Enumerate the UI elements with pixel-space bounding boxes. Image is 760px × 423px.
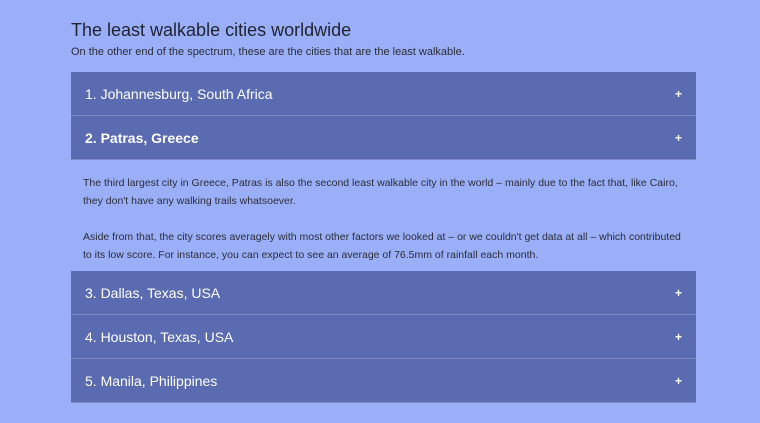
city-accordion: 1. Johannesburg, South Africa + 2. Patra…	[71, 72, 696, 403]
accordion-item-patras[interactable]: 2. Patras, Greece +	[71, 116, 696, 160]
accordion-item-johannesburg[interactable]: 1. Johannesburg, South Africa +	[71, 72, 696, 116]
panel-paragraph: The third largest city in Greece, Patras…	[83, 177, 678, 207]
panel-paragraph: Aside from that, the city scores average…	[83, 231, 681, 261]
plus-icon: +	[674, 285, 682, 300]
plus-icon: +	[674, 130, 682, 145]
accordion-item-label: 3. Dallas, Texas, USA	[85, 284, 221, 301]
accordion-item-label: 5. Manila, Philippines	[85, 372, 218, 389]
accordion-item-label: 4. Houston, Texas, USA	[85, 328, 234, 345]
page-title: The least walkable cities worldwide	[71, 20, 352, 40]
accordion-item-manila[interactable]: 5. Manila, Philippines +	[71, 359, 696, 403]
accordion-panel-patras: The third largest city in Greece, Patras…	[71, 160, 696, 271]
page-subtitle: On the other end of the spectrum, these …	[71, 46, 465, 58]
accordion-item-label: 1. Johannesburg, South Africa	[85, 85, 273, 102]
plus-icon: +	[674, 86, 682, 101]
accordion-item-houston[interactable]: 4. Houston, Texas, USA +	[71, 315, 696, 359]
plus-icon: +	[674, 329, 682, 344]
accordion-item-label: 2. Patras, Greece	[85, 129, 199, 146]
plus-icon: +	[674, 373, 682, 388]
accordion-item-dallas[interactable]: 3. Dallas, Texas, USA +	[71, 271, 696, 315]
